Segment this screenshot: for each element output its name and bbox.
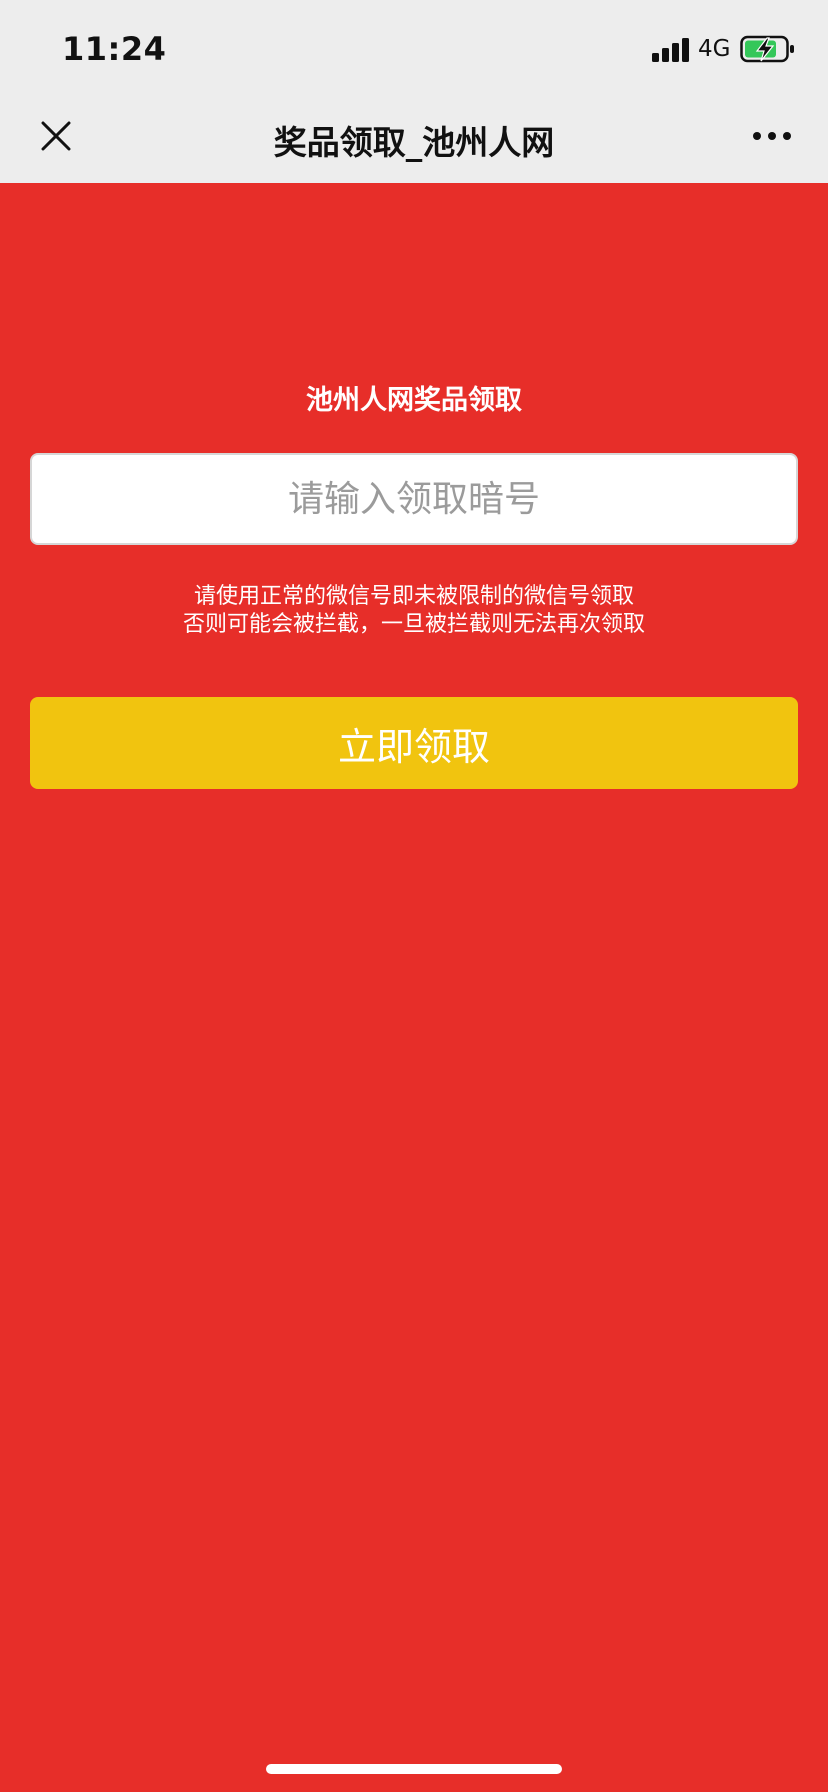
battery-charging-icon — [740, 35, 794, 63]
home-indicator — [266, 1764, 562, 1774]
more-button[interactable] — [744, 116, 800, 156]
nav-bar: 奖品领取_池州人网 — [0, 96, 828, 183]
signal-icon — [652, 38, 689, 62]
claim-now-button[interactable]: 立即领取 — [30, 697, 798, 789]
status-time: 11:24 — [62, 30, 167, 68]
screen: 11:24 4G 奖品领取_池州人网 池州人网奖品领取 请输入领取暗号 请使用正… — [0, 0, 828, 1792]
more-icon — [753, 132, 791, 140]
top-chrome: 11:24 4G 奖品领取_池州人网 — [0, 0, 828, 183]
page-title: 奖品领取_池州人网 — [273, 123, 555, 162]
status-bar: 11:24 4G — [0, 0, 828, 96]
notice-line-2: 否则可能会被拦截，一旦被拦截则无法再次领取 — [182, 612, 645, 637]
network-type: 4G — [698, 36, 731, 62]
notice-text: 请使用正常的微信号即未被限制的微信号领取 否则可能会被拦截，一旦被拦截则无法再次… — [0, 583, 828, 639]
claim-code-input[interactable] — [30, 453, 798, 545]
close-button[interactable] — [32, 112, 80, 160]
notice-line-1: 请使用正常的微信号即未被限制的微信号领取 — [193, 584, 634, 609]
close-icon — [41, 121, 71, 151]
form-heading: 池州人网奖品领取 — [306, 385, 522, 416]
